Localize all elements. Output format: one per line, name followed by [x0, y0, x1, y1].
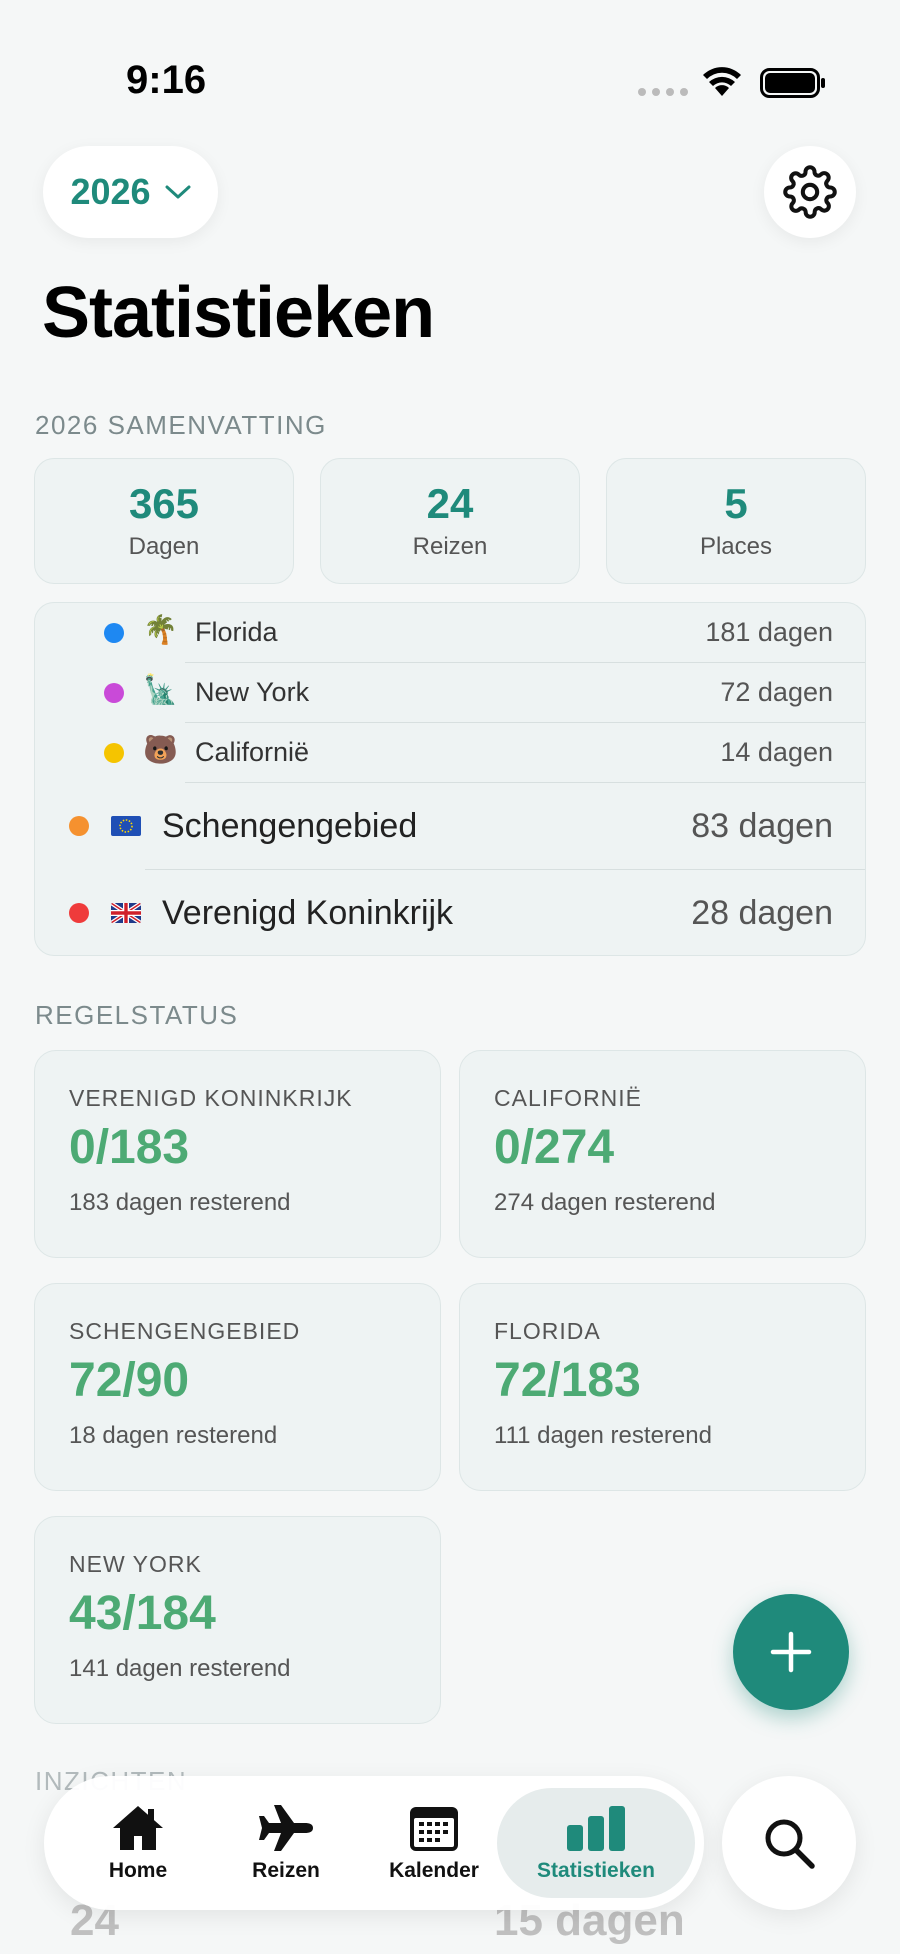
- airplane-icon: [259, 1805, 313, 1851]
- calendar-icon: [410, 1807, 458, 1851]
- color-dot: [104, 623, 124, 643]
- plus-icon: [770, 1631, 812, 1673]
- rules-section-label: REGELSTATUS: [35, 1000, 239, 1030]
- search-icon: [765, 1819, 815, 1869]
- rule-card-california[interactable]: CALIFORNIË 0/274 274 dagen resterend: [459, 1050, 866, 1258]
- summary-label: Reizen: [412, 533, 488, 561]
- tab-label: Home: [108, 1859, 168, 1882]
- rule-name: SCHENGENGEBIED: [69, 1318, 301, 1344]
- color-dot: [104, 683, 124, 703]
- rule-name: CALIFORNIË: [494, 1085, 643, 1111]
- place-name: New York: [195, 677, 310, 707]
- year-label: 2026: [70, 171, 151, 212]
- color-dot: [69, 903, 89, 923]
- tab-label: Kalender: [389, 1859, 479, 1882]
- summary-places-box: 5 Places: [606, 458, 866, 584]
- rule-value: 0/183: [69, 1121, 190, 1174]
- search-button[interactable]: [722, 1776, 856, 1910]
- status-time: 9:16: [126, 58, 207, 102]
- bar-chart-icon: [567, 1806, 625, 1851]
- summary-section-label: 2026 SAMENVATTING: [35, 410, 327, 440]
- place-days: 181 dagen: [705, 617, 833, 647]
- tab-label: Statistieken: [537, 1859, 655, 1882]
- chevron-down-icon: [165, 185, 191, 199]
- tab-label: Reizen: [252, 1859, 320, 1882]
- rule-card-florida[interactable]: FLORIDA 72/183 111 dagen resterend: [459, 1283, 866, 1491]
- battery-icon: [760, 68, 825, 98]
- status-bar: 9:16: [0, 0, 900, 140]
- tab-trips[interactable]: Reizen: [216, 1788, 356, 1898]
- rule-remaining: 141 dagen resterend: [69, 1655, 291, 1682]
- rule-card-uk[interactable]: VERENIGD KONINKRIJK 0/183 183 dagen rest…: [34, 1050, 441, 1258]
- place-row-schengen[interactable]: Schengengebied 83 dagen: [35, 783, 865, 870]
- rule-card-schengen[interactable]: SCHENGENGEBIED 72/90 18 dagen resterend: [34, 1283, 441, 1491]
- eu-flag-icon: [111, 816, 141, 836]
- place-row-new-york[interactable]: 🗽 New York 72 dagen: [35, 663, 865, 723]
- place-name: Schengengebied: [162, 807, 418, 845]
- home-icon: [113, 1806, 163, 1850]
- rule-value: 0/274: [494, 1121, 615, 1174]
- rule-card-new-york[interactable]: NEW YORK 43/184 141 dagen resterend: [34, 1516, 441, 1724]
- rule-name: NEW YORK: [69, 1551, 202, 1577]
- tab-calendar[interactable]: Kalender: [364, 1788, 504, 1898]
- place-name: Californië: [195, 737, 310, 767]
- places-list: 🌴 Florida 181 dagen 🗽 New York 72 dagen …: [34, 602, 866, 956]
- tab-bar: Home Reizen Kalender Statistieken: [44, 1776, 704, 1910]
- palm-tree-icon: 🌴: [143, 614, 178, 645]
- rule-name: FLORIDA: [494, 1318, 601, 1344]
- place-days: 83 dagen: [691, 807, 833, 845]
- add-button[interactable]: [733, 1594, 849, 1710]
- summary-value: 365: [128, 479, 200, 527]
- rule-remaining: 183 dagen resterend: [69, 1189, 291, 1216]
- wifi-icon: [703, 67, 741, 96]
- year-selector[interactable]: 2026: [43, 146, 218, 238]
- rule-remaining: 18 dagen resterend: [69, 1422, 278, 1449]
- gear-icon: [783, 165, 837, 219]
- rule-name: VERENIGD KONINKRIJK: [69, 1085, 353, 1111]
- tab-home[interactable]: Home: [68, 1788, 208, 1898]
- settings-button[interactable]: [764, 146, 856, 238]
- place-days: 72 dagen: [720, 677, 833, 707]
- page-title: Statistieken: [42, 273, 435, 353]
- place-name: Verenigd Koninkrijk: [162, 894, 454, 932]
- summary-label: Dagen: [128, 533, 200, 561]
- signal-icon: [638, 88, 688, 96]
- rule-value: 72/183: [494, 1354, 641, 1407]
- place-days: 28 dagen: [691, 894, 833, 932]
- uk-flag-icon: [111, 903, 141, 923]
- summary-value: 5: [724, 479, 748, 527]
- place-days: 14 dagen: [720, 737, 833, 767]
- place-row-california[interactable]: 🐻 Californië 14 dagen: [35, 723, 865, 783]
- tab-statistics[interactable]: Statistieken: [497, 1788, 695, 1898]
- place-row-uk[interactable]: Verenigd Koninkrijk 28 dagen: [35, 870, 865, 955]
- rule-remaining: 274 dagen resterend: [494, 1189, 716, 1216]
- summary-trips-box: 24 Reizen: [320, 458, 580, 584]
- summary-label: Places: [699, 533, 773, 561]
- color-dot: [69, 816, 89, 836]
- place-name: Florida: [195, 617, 278, 647]
- summary-days-box: 365 Dagen: [34, 458, 294, 584]
- statue-of-liberty-icon: 🗽: [143, 674, 178, 705]
- rule-value: 72/90: [69, 1354, 190, 1407]
- rule-remaining: 111 dagen resterend: [494, 1422, 712, 1449]
- place-row-florida[interactable]: 🌴 Florida 181 dagen: [35, 603, 865, 663]
- color-dot: [104, 743, 124, 763]
- bear-icon: 🐻: [143, 734, 178, 765]
- rule-value: 43/184: [69, 1587, 216, 1640]
- summary-value: 24: [426, 479, 474, 527]
